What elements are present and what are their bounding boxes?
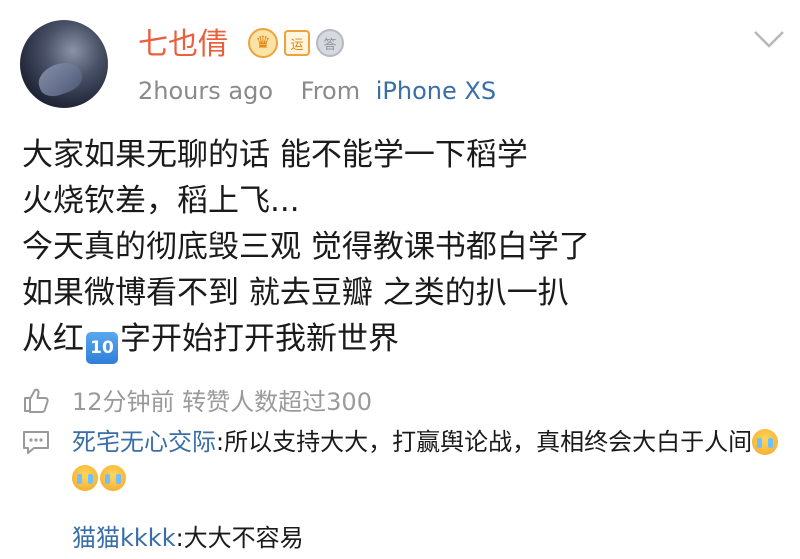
- comment-text: :大大不容易: [175, 524, 304, 552]
- chevron-down-icon[interactable]: [752, 28, 786, 50]
- body-line-start: 从红: [22, 321, 84, 357]
- username[interactable]: 七也倩: [138, 26, 228, 64]
- crying-face-icon: [752, 429, 779, 455]
- comment-text: :所以支持大大，打赢舆论战，真相终会大白于人间: [216, 428, 753, 456]
- thumbs-up-icon[interactable]: [22, 386, 50, 414]
- from-label: From: [300, 77, 361, 105]
- avatar[interactable]: [20, 20, 108, 108]
- body-line: 从红 10 字开始打开我新世界: [22, 316, 590, 364]
- crying-face-icon: [72, 465, 98, 491]
- comment-item: 猫猫kkkk:大大不容易: [72, 520, 304, 556]
- crying-face-icon: [100, 465, 126, 491]
- crown-badge-icon[interactable]: ♛: [248, 28, 278, 58]
- commenter-name[interactable]: 死宅无心交际: [72, 428, 216, 456]
- body-line: 大家如果无聊的话 能不能学一下稻学: [22, 137, 528, 173]
- user-badges: ♛ 运 答: [248, 28, 344, 58]
- device-link[interactable]: iPhone XS: [376, 77, 496, 105]
- body-line: 火烧钦差，稻上飞...: [22, 183, 300, 219]
- yun-badge[interactable]: 运: [284, 30, 310, 56]
- post-time: 2hours ago: [138, 77, 273, 105]
- like-stats: 12分钟前 转赞人数超过300: [72, 388, 372, 416]
- body-line: 今天真的彻底毁三观 觉得教课书都白学了: [22, 229, 590, 265]
- keycap-ten-emoji: 10: [86, 332, 118, 364]
- like-row: 12分钟前 转赞人数超过300: [22, 382, 372, 417]
- body-line-end: 字开始打开我新世界: [120, 321, 399, 357]
- comment-item: 死宅无心交际:所以支持大大，打赢舆论战，真相终会大白于人间: [72, 424, 788, 496]
- commenter-name[interactable]: 猫猫kkkk: [72, 524, 176, 552]
- medal-badge-icon[interactable]: 答: [316, 29, 344, 57]
- comment-icon: [23, 431, 49, 454]
- post-meta: 2hours ago From iPhone XS: [138, 74, 496, 108]
- body-line: 如果微博看不到 就去豆瓣 之类的扒一扒: [22, 275, 569, 311]
- post-body: 大家如果无聊的话 能不能学一下稻学 火烧钦差，稻上飞... 今天真的彻底毁三观 …: [22, 132, 590, 364]
